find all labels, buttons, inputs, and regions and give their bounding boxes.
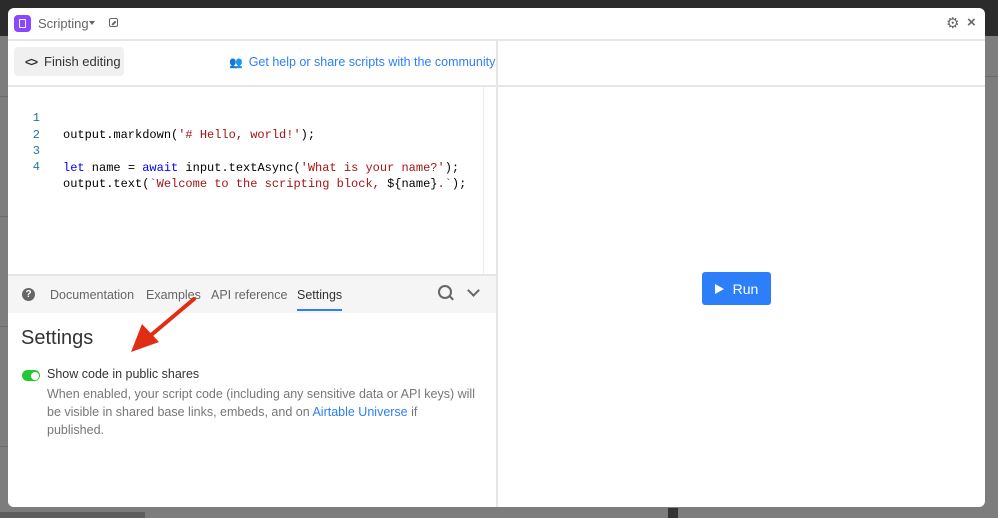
- code-text: let name = await input.textAsync('What i…: [63, 161, 460, 175]
- output-toolbar: [498, 41, 985, 87]
- close-icon[interactable]: ×: [967, 14, 976, 31]
- people-icon: 👥: [229, 56, 243, 69]
- code-editor[interactable]: 1 output.markdown('# Hello, world!'); 2 …: [8, 87, 496, 274]
- line-number: 4: [32, 160, 40, 174]
- code-text: output.text(`Welcome to the scripting bl…: [63, 177, 467, 191]
- code-line: 2: [8, 110, 51, 142]
- settings-heading: Settings: [21, 327, 94, 349]
- scripting-dialog: Scripting ⚙ × <> Finish editing 👥 Get he…: [8, 8, 985, 507]
- code-line: 3 let name = await input.textAsync('What…: [8, 126, 459, 175]
- active-tab-indicator: [297, 309, 342, 311]
- run-label: Run: [732, 280, 759, 297]
- editor-toolbar: <> Finish editing 👥 Get help or share sc…: [8, 41, 496, 87]
- code-line: 4 output.text(`Welcome to the scripting …: [8, 142, 467, 191]
- editor-scrollbar-track[interactable]: [483, 87, 484, 274]
- background-grid-line: [0, 446, 8, 447]
- finish-editing-button[interactable]: <> Finish editing: [14, 47, 124, 76]
- background-grid-line: [0, 326, 8, 327]
- run-button[interactable]: Run: [702, 272, 771, 305]
- finish-editing-label: Finish editing: [44, 54, 121, 69]
- background-block: [668, 508, 678, 518]
- play-icon: [714, 283, 724, 294]
- code-line: 1 output.markdown('# Hello, world!');: [8, 93, 315, 142]
- code-icon: <>: [25, 54, 38, 69]
- show-code-description: When enabled, your script code (includin…: [47, 385, 477, 439]
- dialog-header: Scripting ⚙ ×: [8, 8, 985, 41]
- caret-down-icon[interactable]: [89, 21, 95, 25]
- background-grid-line: [985, 76, 998, 77]
- show-code-toggle-label[interactable]: Show code in public shares: [47, 367, 199, 381]
- background-grid-line: [0, 216, 8, 217]
- search-icon[interactable]: [438, 285, 452, 299]
- tab-settings[interactable]: Settings: [297, 288, 342, 302]
- help-icon[interactable]: ?: [22, 288, 35, 301]
- tab-examples[interactable]: Examples: [146, 288, 201, 302]
- popout-icon[interactable]: [109, 18, 118, 27]
- code-text: output.markdown('# Hello, world!');: [63, 128, 316, 142]
- background-scrollbar: [0, 512, 145, 518]
- pane-divider[interactable]: [496, 39, 498, 507]
- tab-api-reference[interactable]: API reference: [211, 288, 287, 302]
- settings-panel: Settings Show code in public shares When…: [8, 313, 496, 507]
- tab-documentation[interactable]: Documentation: [50, 288, 134, 302]
- app-title[interactable]: Scripting: [38, 16, 89, 31]
- background-grid-line: [0, 96, 8, 97]
- docs-tab-bar: ? Documentation Examples API reference S…: [8, 274, 496, 315]
- airtable-universe-link[interactable]: Airtable Universe: [312, 405, 407, 419]
- community-help-label: Get help or share scripts with the commu…: [248, 55, 496, 69]
- community-help-link[interactable]: 👥 Get help or share scripts with the com…: [229, 55, 495, 69]
- gear-icon[interactable]: ⚙: [946, 16, 959, 31]
- show-code-toggle[interactable]: [22, 370, 40, 381]
- chevron-down-icon[interactable]: [467, 284, 480, 297]
- scripting-app-icon: [14, 15, 31, 32]
